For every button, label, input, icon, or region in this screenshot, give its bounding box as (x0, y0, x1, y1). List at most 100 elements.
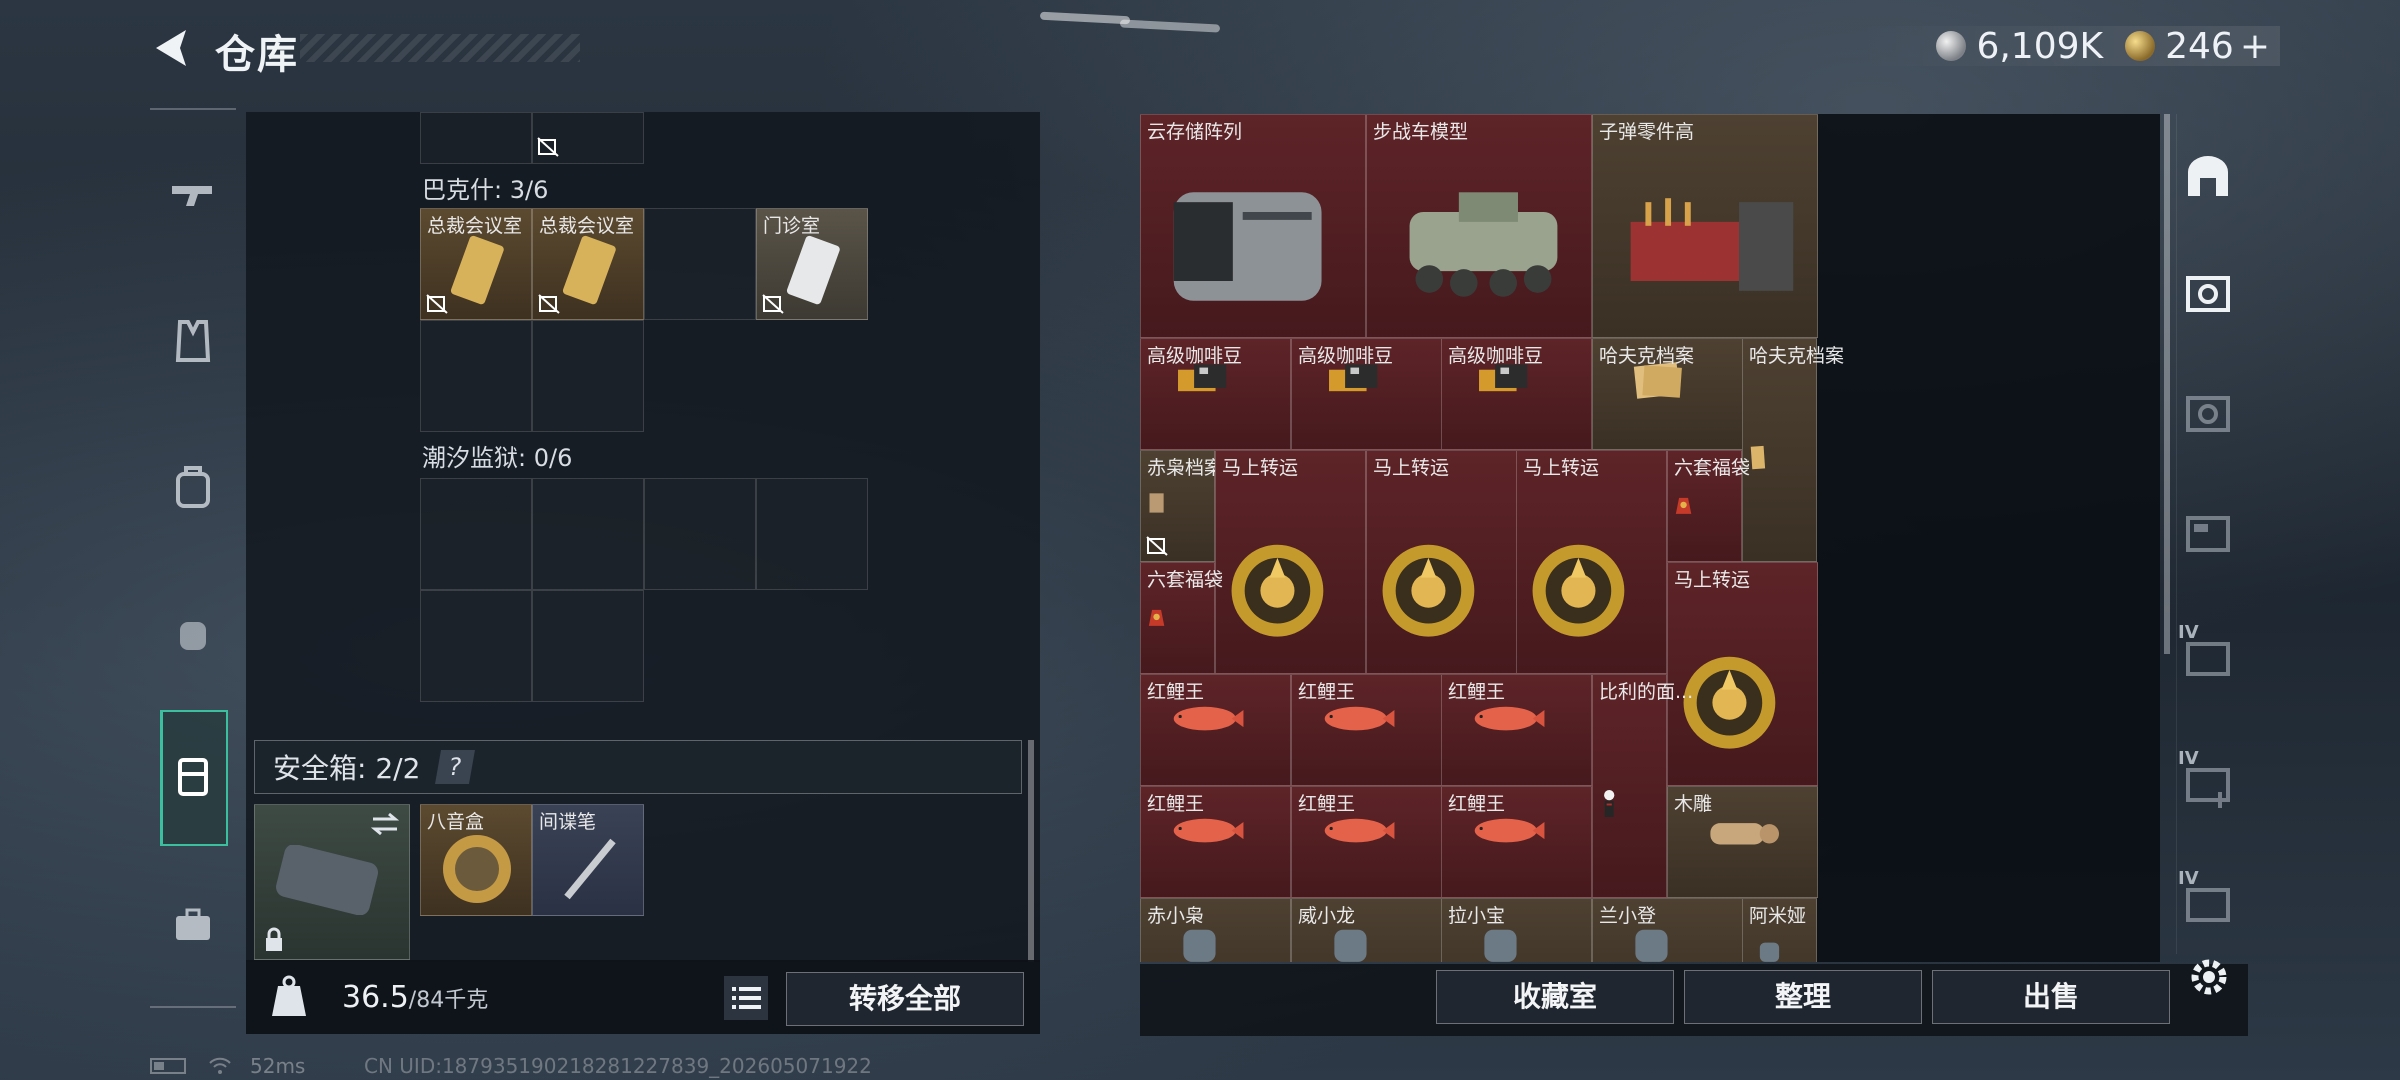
stash-item[interactable]: 六套福袋 (1140, 562, 1223, 674)
grid-cell[interactable] (420, 590, 532, 702)
safebox-item[interactable]: 间谍笔 (532, 804, 644, 916)
add-gold-button[interactable]: + (2240, 26, 2270, 67)
stash-item[interactable]: 阿米娅 (1742, 898, 1817, 962)
stash-action-bar: 收藏室 整理 出售 (1140, 964, 2248, 1036)
silver-amount: 6,109K (1976, 25, 2104, 67)
fish-icon (1324, 706, 1395, 731)
stash-item[interactable]: 威小龙 (1291, 898, 1442, 962)
backpack-icon[interactable] (168, 462, 218, 512)
weight-current: 36.5 (342, 979, 409, 1015)
stash-item[interactable]: 云存储阵列 (1140, 114, 1366, 338)
inventory-item[interactable]: 门诊室 (756, 208, 868, 320)
stash-item[interactable]: 马上转运 (1366, 450, 1517, 674)
stash-item[interactable]: 木雕 (1667, 786, 1818, 898)
no-safe-icon (537, 137, 559, 157)
stash-item[interactable]: 赤小枭 (1140, 898, 1291, 962)
grid-cell[interactable] (420, 478, 532, 590)
stash-item[interactable]: 红鲤王 (1441, 674, 1592, 786)
grid-cell[interactable] (532, 478, 644, 590)
inventory-item[interactable]: 总裁会议室 (532, 208, 644, 320)
stash-item[interactable]: 步战车模型 (1366, 114, 1592, 338)
add-stash-tab-icon[interactable] (2180, 756, 2236, 812)
stash-item[interactable]: 高级咖啡豆 (1140, 338, 1291, 450)
stash-tab-icon[interactable] (2180, 876, 2236, 932)
safebox-label: 安全箱: 2/2 (273, 752, 421, 785)
gold-currency[interactable]: 246 + (2125, 26, 2270, 67)
stash-item[interactable]: 马上转运 (1215, 450, 1366, 674)
currency-bar: 6,109K 246 + (1856, 25, 2280, 67)
stash-item[interactable]: 红鲤王 (1291, 786, 1442, 898)
item-label: 六套福袋 (1674, 457, 1751, 479)
grid-cell[interactable] (532, 590, 644, 702)
stash-tab-icon[interactable] (2180, 506, 2236, 562)
grid-cell[interactable] (756, 478, 868, 590)
grid-cell[interactable] (644, 478, 756, 590)
stash-item[interactable]: 红鲤王 (1140, 674, 1291, 786)
item-label: 高级咖啡豆 (1448, 345, 1544, 367)
safebox-icon[interactable] (168, 752, 218, 802)
safebox-item[interactable] (254, 804, 410, 960)
sort-button[interactable]: 整理 (1684, 970, 1922, 1024)
stash-item[interactable]: 红鲤王 (1441, 786, 1592, 898)
stash-item[interactable]: 马上转运 (1667, 562, 1818, 786)
stash-tab-icon[interactable] (2180, 630, 2236, 686)
item-label: 子弹零件高 (1599, 121, 1695, 143)
file2-icon (1751, 445, 1766, 470)
stash-item[interactable]: 拉小宝 (1441, 898, 1592, 962)
item-label: 总裁会议室 (427, 215, 523, 237)
transfer-all-button[interactable]: 转移全部 (786, 972, 1024, 1026)
item-label: 红鲤王 (1448, 681, 1506, 703)
stash-item[interactable]: 比利的面... (1592, 674, 1693, 898)
back-arrow-icon[interactable] (150, 26, 194, 70)
gun-icon[interactable] (168, 170, 218, 220)
stash-tab-icon[interactable] (2180, 386, 2236, 442)
stash-item[interactable]: 马上转运 (1516, 450, 1667, 674)
stash-item[interactable]: 兰小登 (1592, 898, 1743, 962)
stash-grid: 云存储阵列 步战车模型 子弹零件高 高级咖啡豆 高级咖啡豆 高级咖啡豆 哈夫克档案 哈夫克档案… (1140, 114, 2156, 962)
item-label: 马上转运 (1674, 569, 1751, 591)
weight-readout: 36.5/84千克 (342, 980, 488, 1015)
grid-cell[interactable] (420, 320, 532, 432)
stash-item[interactable]: 哈夫克档案 (1592, 338, 1743, 450)
stash-item[interactable]: 哈夫克档案 (1742, 338, 1844, 562)
list-view-icon[interactable] (724, 976, 768, 1020)
gear-icon[interactable] (2186, 954, 2232, 1000)
stash-tab-icon[interactable] (2180, 266, 2236, 322)
item-label: 威小龙 (1298, 905, 1356, 927)
grid-cell[interactable] (532, 320, 644, 432)
help-button[interactable]: ? (435, 750, 476, 784)
briefcase-icon[interactable] (168, 900, 218, 950)
wifi-icon (209, 1057, 231, 1074)
item-label: 云存储阵列 (1147, 121, 1243, 143)
stash-item[interactable]: 子弹零件高 (1592, 114, 1818, 338)
sell-button[interactable]: 出售 (1932, 970, 2170, 1024)
stash-item[interactable]: 赤枭档案 (1140, 450, 1223, 562)
home-tab-icon[interactable] (2180, 150, 2236, 206)
bag-icon (1149, 609, 1165, 626)
inventory-item[interactable]: 总裁会议室 (420, 208, 532, 320)
lock-icon (266, 927, 282, 951)
no-safe-icon (762, 294, 784, 314)
pouch-icon[interactable] (168, 608, 218, 658)
left-scrollbar[interactable] (1028, 740, 1034, 962)
stash-scrollbar[interactable] (2164, 114, 2170, 654)
stash-item[interactable]: 高级咖啡豆 (1441, 338, 1592, 450)
vest-icon[interactable] (168, 316, 218, 366)
grid-cell[interactable] (644, 208, 756, 320)
swap-icon[interactable] (369, 811, 401, 837)
grid-cell[interactable] (420, 112, 532, 164)
section-label-tide-prison: 潮汐监狱: 0/6 (422, 444, 573, 472)
stash-panel: 云存储阵列 步战车模型 子弹零件高 高级咖啡豆 高级咖啡豆 高级咖啡豆 哈夫克档案 哈夫克档案… (1140, 114, 2160, 962)
safebox-item[interactable]: 八音盒 (420, 804, 532, 916)
gold-coin-icon (2125, 31, 2156, 61)
collection-room-button[interactable]: 收藏室 (1436, 970, 1674, 1024)
stash-item[interactable]: 红鲤王 (1140, 786, 1291, 898)
item-label: 木雕 (1674, 793, 1713, 815)
item-label: 赤小枭 (1147, 905, 1205, 927)
stash-item[interactable]: 红鲤王 (1291, 674, 1442, 786)
stash-item[interactable]: 六套福袋 (1667, 450, 1750, 562)
stash-item[interactable]: 高级咖啡豆 (1291, 338, 1442, 450)
item-label: 拉小宝 (1448, 905, 1506, 927)
item-label: 马上转运 (1222, 457, 1299, 479)
silver-coin-icon (1936, 31, 1967, 61)
